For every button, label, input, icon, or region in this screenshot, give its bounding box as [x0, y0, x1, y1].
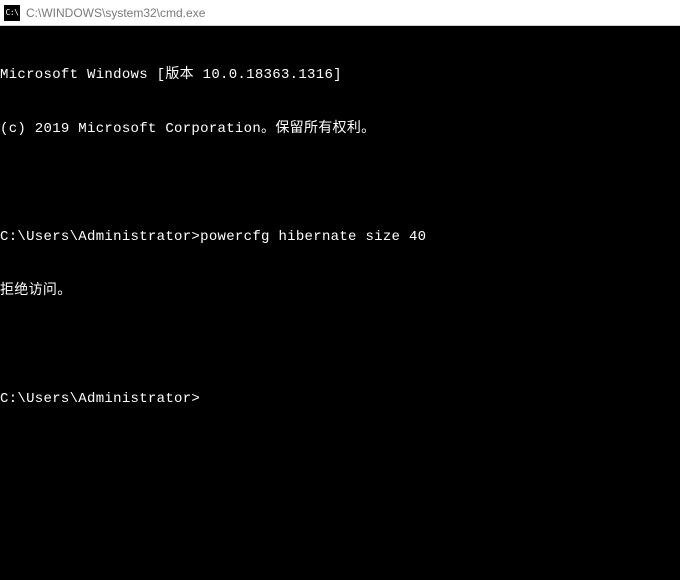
terminal-line: C:\Users\Administrator>powercfg hibernat… [0, 228, 680, 246]
terminal-output[interactable]: Microsoft Windows [版本 10.0.18363.1316] (… [0, 26, 680, 580]
window-title-bar[interactable]: C:\ C:\WINDOWS\system32\cmd.exe [0, 0, 680, 26]
terminal-cursor [200, 390, 208, 406]
terminal-line: (c) 2019 Microsoft Corporation。保留所有权利。 [0, 120, 680, 138]
cmd-icon-label: C:\ [6, 9, 19, 17]
terminal-line: Microsoft Windows [版本 10.0.18363.1316] [0, 66, 680, 84]
window-title: C:\WINDOWS\system32\cmd.exe [26, 6, 205, 20]
terminal-line [0, 336, 680, 354]
terminal-line [0, 174, 680, 192]
cmd-icon: C:\ [4, 5, 20, 21]
terminal-prompt: C:\Users\Administrator> [0, 390, 200, 408]
terminal-prompt-line[interactable]: C:\Users\Administrator> [0, 390, 680, 408]
terminal-line: 拒绝访问。 [0, 282, 680, 300]
